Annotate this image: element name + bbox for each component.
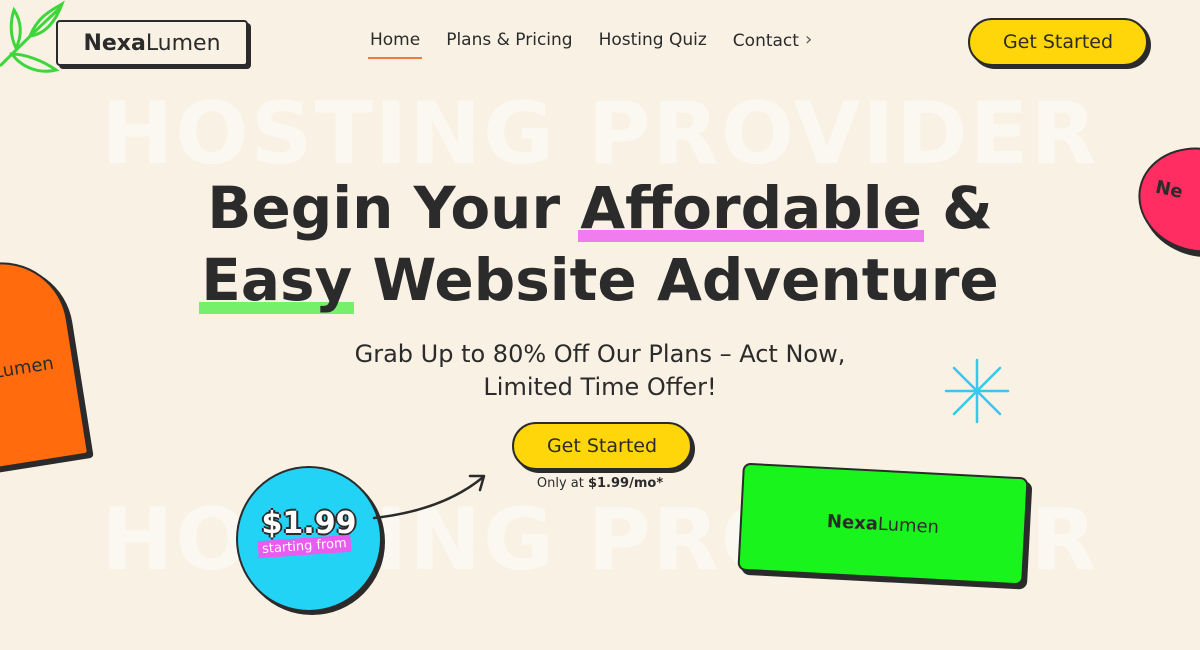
headline-highlight-text: Affordable: [580, 174, 922, 242]
price-value: $1.99: [261, 506, 357, 541]
main-nav: Home Plans & Pricing Hosting Quiz Contac…: [367, 29, 813, 59]
price-badge: $1.99 starting from: [236, 466, 382, 612]
green-card-light: Lumen: [877, 513, 940, 538]
brand-name-bold: Nexa: [83, 30, 146, 56]
price-note-prefix: Only at: [536, 476, 588, 491]
hero-subheading: Grab Up to 80% Off Our Plans – Act Now, …: [0, 338, 1200, 404]
nav-item-plans[interactable]: Plans & Pricing: [446, 30, 572, 57]
green-card-bold: Nexa: [826, 510, 879, 535]
headline-line-2: Easy Website Adventure: [0, 244, 1200, 316]
nav-item-home[interactable]: Home: [367, 30, 423, 59]
brand-logo[interactable]: Nexa Lumen: [56, 20, 248, 66]
hero-headline: Begin Your Affordable & Easy Website Adv…: [0, 172, 1200, 316]
headline-text: Website Adventure: [352, 246, 999, 314]
curved-arrow-icon: [372, 474, 486, 520]
headline-text: &: [921, 174, 993, 242]
chevron-right-icon: ›: [804, 29, 813, 50]
headline-text: Begin Your: [207, 174, 581, 242]
highlight-easy: Easy: [199, 244, 355, 316]
subhead-line-2: Limited Time Offer!: [483, 373, 717, 401]
highlight-affordable: Affordable: [578, 172, 924, 244]
green-brand-card: Nexa Lumen: [737, 462, 1029, 586]
watermark-top: HOSTING PROVIDER: [101, 84, 1099, 184]
hero-get-started-button[interactable]: Get Started: [512, 422, 692, 470]
nav-item-label: Plans & Pricing: [446, 30, 573, 50]
nav-item-label: Contact: [732, 31, 799, 51]
nav-item-label: Home: [370, 30, 421, 50]
price-note-value: $1.99/mo*: [587, 476, 664, 491]
nav-item-label: Hosting Quiz: [598, 30, 707, 50]
subhead-line-1: Grab Up to 80% Off Our Plans – Act Now,: [354, 340, 846, 368]
headline-line-1: Begin Your Affordable &: [0, 172, 1200, 244]
nav-item-quiz[interactable]: Hosting Quiz: [599, 30, 707, 57]
headline-highlight-text: Easy: [201, 246, 353, 314]
header-get-started-button[interactable]: Get Started: [968, 18, 1148, 66]
nav-item-contact[interactable]: Contact ›: [732, 29, 813, 57]
brand-name-light: Lumen: [145, 30, 221, 56]
